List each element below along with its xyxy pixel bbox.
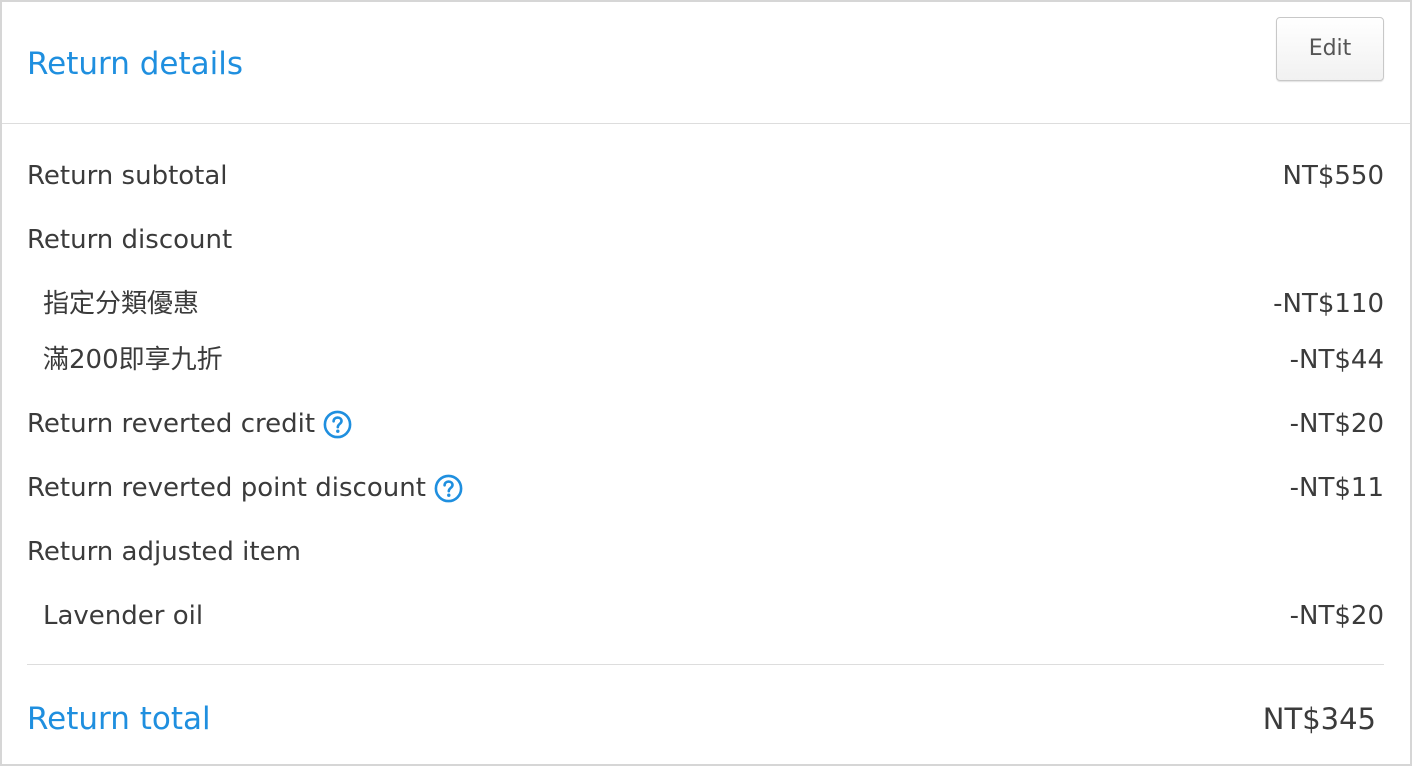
discount-category-label: 指定分類優惠: [43, 289, 200, 319]
edit-button[interactable]: Edit: [1276, 17, 1384, 81]
reverted-point-discount-label: Return reverted point discount: [27, 473, 426, 503]
row-lavender-oil: Lavender oil -NT$20: [27, 596, 1384, 636]
panel-header: Return details Edit: [2, 2, 1410, 124]
question-circle-icon[interactable]: [434, 474, 463, 503]
return-subtotal-label: Return subtotal: [27, 161, 228, 191]
return-total-value: NT$345: [1262, 702, 1376, 736]
return-total-label: Return total: [27, 701, 211, 737]
row-discount-threshold: 滿200即享九折 -NT$44: [27, 340, 1384, 380]
reverted-credit-value: -NT$20: [1289, 409, 1384, 439]
adjusted-item-label: Return adjusted item: [27, 537, 301, 567]
row-return-discount: Return discount: [27, 220, 1384, 260]
row-discount-category: 指定分類優惠 -NT$110: [27, 284, 1384, 324]
row-reverted-point-discount: Return reverted point discount -NT$11: [27, 468, 1384, 508]
panel-title: Return details: [27, 46, 244, 82]
row-return-subtotal: Return subtotal NT$550: [27, 156, 1384, 196]
discount-threshold-label: 滿200即享九折: [43, 345, 223, 375]
discount-category-value: -NT$110: [1273, 289, 1384, 319]
return-discount-label: Return discount: [27, 225, 233, 255]
question-circle-icon[interactable]: [323, 410, 352, 439]
reverted-credit-label: Return reverted credit: [27, 409, 316, 439]
reverted-point-discount-label-wrap: Return reverted point discount: [27, 468, 463, 508]
reverted-credit-label-wrap: Return reverted credit: [27, 404, 352, 444]
return-details-panel: Return details Edit Return subtotal NT$5…: [0, 0, 1412, 766]
lavender-oil-value: -NT$20: [1289, 601, 1384, 631]
total-divider: [27, 664, 1384, 665]
lavender-oil-label: Lavender oil: [43, 601, 204, 631]
return-subtotal-value: NT$550: [1282, 161, 1385, 191]
row-adjusted-item: Return adjusted item: [27, 532, 1384, 572]
row-reverted-credit: Return reverted credit -NT$20: [27, 404, 1384, 444]
reverted-point-discount-value: -NT$11: [1289, 473, 1384, 503]
discount-threshold-value: -NT$44: [1289, 345, 1384, 375]
